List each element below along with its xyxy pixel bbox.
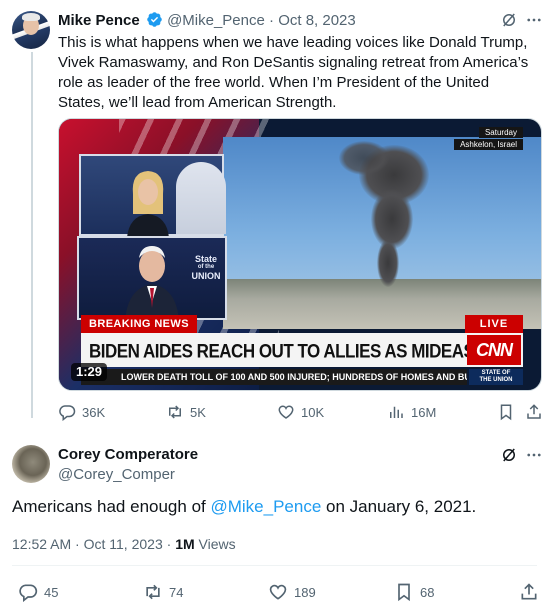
capitol-dome [176,162,226,234]
like-icon [278,405,294,419]
reply-views-label: Views [198,536,236,552]
bookmark-icon [398,583,410,602]
grok-icon[interactable] [500,446,518,464]
tweet-date[interactable]: Oct 8, 2023 [278,12,356,29]
verified-badge-icon [147,12,162,27]
avatar[interactable] [12,11,50,49]
repost-icon [169,405,181,419]
more-icon[interactable] [525,11,543,29]
like-count: 10K [301,404,325,420]
avatar-hair [22,13,40,21]
location-tag-place: Ashkelon, Israel [454,139,523,150]
show-bug: STATE OF THE UNION [469,369,523,385]
repost-count: 74 [169,584,184,600]
share-icon[interactable] [519,582,539,602]
mention-link[interactable]: @Mike_Pence [210,497,321,516]
separator: · [269,12,275,29]
video-media[interactable]: Saturday Ashkelon, Israel State of the U… [58,118,542,391]
divider [12,565,537,566]
location-tag-day: Saturday [478,127,523,138]
tweet-text: This is what happens when we have leadin… [58,34,529,111]
bookmark-button[interactable]: 68 [394,582,434,602]
avatar[interactable] [12,445,50,483]
reply-author-handle[interactable]: @Corey_Comper [58,465,175,484]
cnn-logo: CNN [467,335,521,365]
reply-date[interactable]: Oct 11, 2023 [84,536,163,552]
live-label: LIVE [465,315,523,333]
reply-views-count: 1M [175,536,195,552]
author-handle[interactable]: @Mike_Pence [167,12,265,29]
share-icon[interactable] [525,403,543,421]
anchor-person [127,171,169,238]
guest-inset: State of the UNION [77,236,227,322]
news-ticker: LOWER DEATH TOLL OF 100 AND 500 INJURED;… [81,369,467,385]
reply-count: 36K [82,404,106,420]
repost-button[interactable]: 74 [143,582,183,602]
video-duration: 1:29 [71,363,108,381]
smoke-plume [339,141,389,175]
reply-meta: 12:52 AM · Oct 11, 2023 · 1M Views [12,536,236,552]
breaking-news-label: BREAKING NEWS [81,315,197,333]
reply-count: 45 [44,584,59,600]
reply-icon [19,584,38,602]
like-icon [269,584,287,600]
author-name[interactable]: Mike Pence [58,12,140,29]
reply-text: Americans had enough of @Mike_Pence on J… [12,497,477,516]
repost-button[interactable]: 5K [166,403,206,421]
bookmark-icon[interactable] [497,403,515,421]
guest-person [125,246,179,322]
anchor-inset [79,154,226,238]
more-icon[interactable] [525,446,543,464]
views-button[interactable]: 16M [387,403,436,421]
tweet-header: Mike Pence @Mike_Pence · Oct 8, 2023 [58,11,356,30]
views-icon [390,406,403,418]
reply-author-name: Corey Comperatore [58,446,199,463]
thread-line [31,52,33,418]
like-button[interactable]: 10K [277,403,324,421]
repost-count: 5K [190,404,206,420]
view-count: 16M [411,404,437,420]
reply-button[interactable]: 36K [58,403,105,421]
like-count: 189 [294,584,316,600]
inset-show-logo: State of the UNION [191,254,221,281]
like-button[interactable]: 189 [268,582,316,602]
smoke-plume [377,239,399,287]
reply-icon [59,405,76,421]
reply-time[interactable]: 12:52 AM [12,536,71,552]
grok-icon[interactable] [500,11,518,29]
repost-icon [146,584,160,600]
reply-button[interactable]: 45 [18,582,58,602]
bookmark-count: 68 [420,584,435,600]
